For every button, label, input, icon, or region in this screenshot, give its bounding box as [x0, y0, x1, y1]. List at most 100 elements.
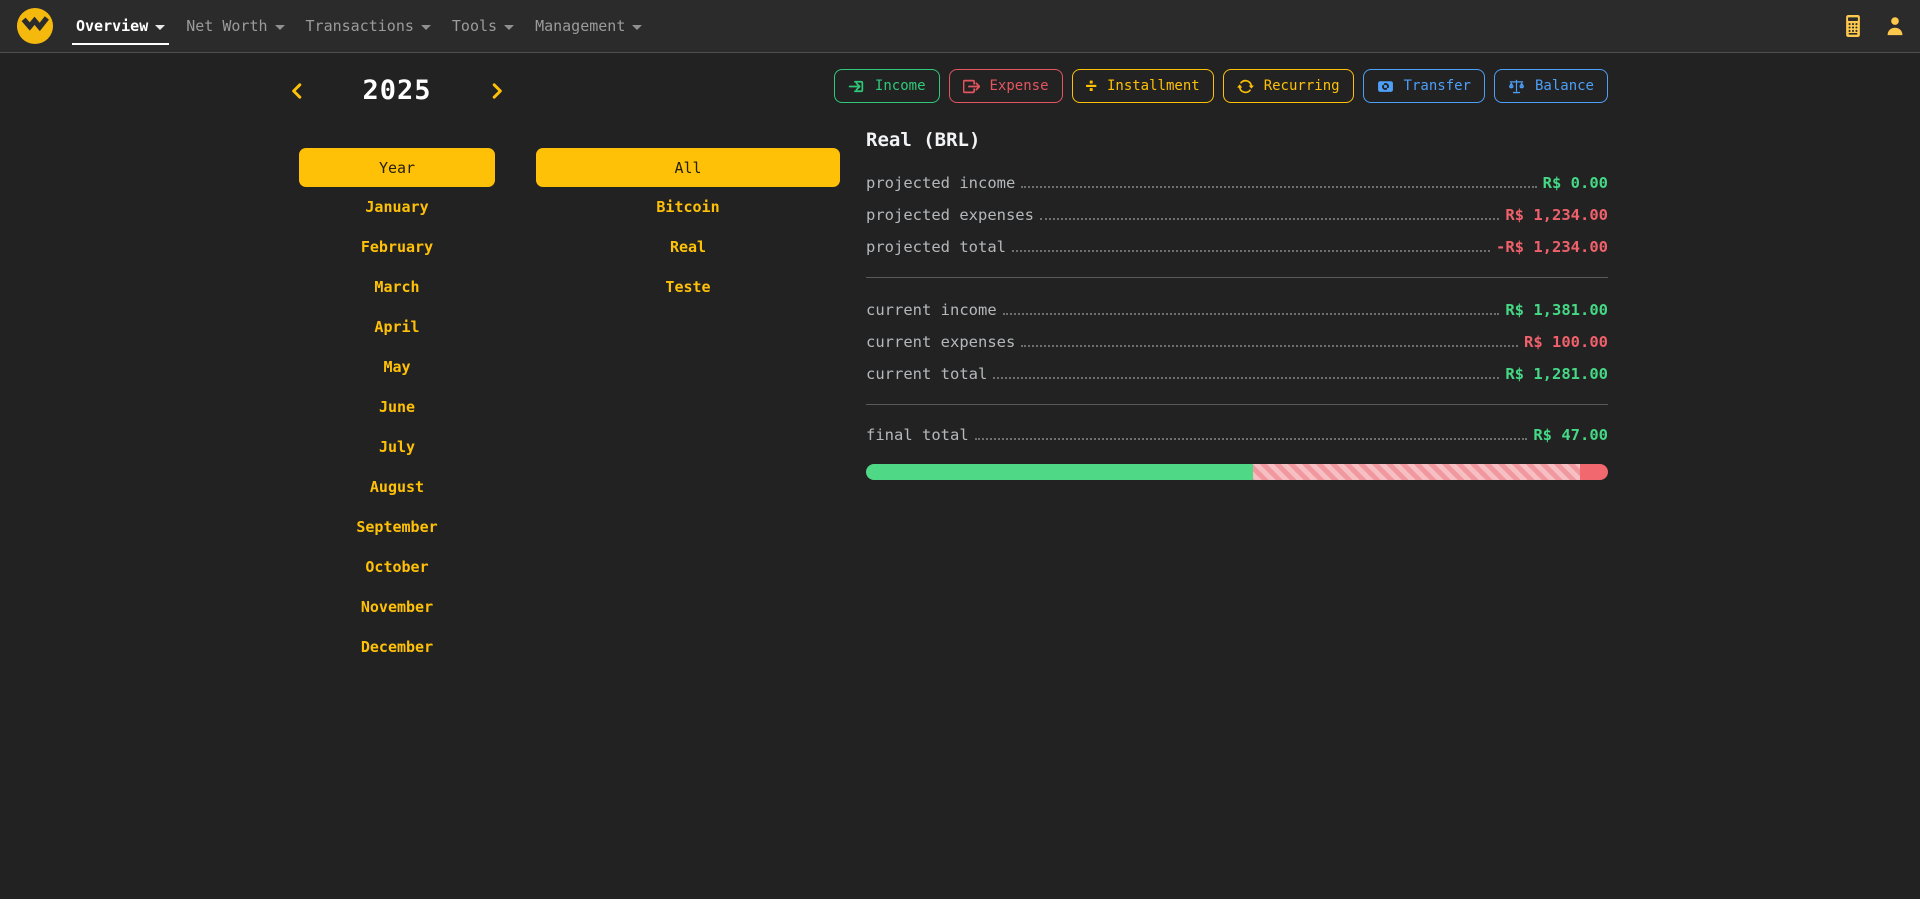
navbar-right [1842, 15, 1906, 37]
summary-row-final-total: final total R$ 47.00 [866, 419, 1608, 451]
transaction-actions: Income Expense ÷ Installment Recurring [866, 69, 1608, 103]
division-sign-icon: ÷ [1086, 77, 1097, 96]
summary-row-projected-total: projected total -R$ 1,234.00 [866, 231, 1608, 263]
navbar: Overview Net Worth Transactions Tools Ma… [0, 0, 1920, 53]
month-item-july[interactable]: July [258, 427, 536, 467]
summary-panel: Income Expense ÷ Installment Recurring [866, 69, 1608, 667]
installment-button-label: Installment [1107, 78, 1200, 94]
calculator-icon[interactable] [1842, 15, 1864, 37]
nav-item-management[interactable]: Management [531, 0, 646, 52]
expense-button-label: Expense [990, 78, 1049, 94]
account-item-teste[interactable]: Teste [536, 267, 840, 307]
nav-item-label: Tools [452, 17, 497, 35]
summary-row-projected-expenses: projected expenses R$ 1,234.00 [866, 199, 1608, 231]
account-list: Bitcoin Real Teste [536, 187, 840, 307]
year-label: 2025 [362, 75, 431, 106]
balance-button[interactable]: Balance [1494, 69, 1608, 103]
dotted-leader [1040, 218, 1499, 220]
filters-row: Year January February March April May Ju… [258, 148, 840, 667]
nav-item-label: Transactions [306, 17, 414, 35]
chevron-down-icon [155, 25, 165, 30]
month-item-december[interactable]: December [258, 627, 536, 667]
chevron-down-icon [275, 25, 285, 30]
divider [866, 277, 1608, 278]
dotted-leader [1012, 250, 1490, 252]
recurring-button-label: Recurring [1264, 78, 1340, 94]
row-label: final total [866, 426, 969, 444]
month-item-june[interactable]: June [258, 387, 536, 427]
chevron-down-icon [421, 25, 431, 30]
month-item-september[interactable]: September [258, 507, 536, 547]
progress-segment-projected-expenses [1253, 464, 1579, 480]
row-label: projected expenses [866, 206, 1034, 224]
summary-row-current-income: current income R$ 1,381.00 [866, 294, 1608, 326]
nav-item-tools[interactable]: Tools [448, 0, 518, 52]
row-label: current income [866, 301, 997, 319]
nav-item-label: Management [535, 17, 625, 35]
main-content: 2025 Year January February March April M… [0, 53, 1920, 667]
month-item-october[interactable]: October [258, 547, 536, 587]
current-summary: current income R$ 1,381.00 current expen… [866, 294, 1608, 390]
month-item-april[interactable]: April [258, 307, 536, 347]
dotted-leader [1021, 345, 1518, 347]
progress-segment-current-expenses [1580, 464, 1608, 480]
summary-row-current-total: current total R$ 1,281.00 [866, 358, 1608, 390]
month-item-february[interactable]: February [258, 227, 536, 267]
row-value: R$ 1,281.00 [1505, 365, 1608, 383]
row-value: R$ 100.00 [1524, 333, 1608, 351]
month-item-march[interactable]: March [258, 267, 536, 307]
period-account-panel: 2025 Year January February March April M… [258, 69, 840, 667]
row-value: -R$ 1,234.00 [1496, 238, 1608, 256]
transfer-button-label: Transfer [1404, 78, 1471, 94]
row-value: R$ 1,381.00 [1505, 301, 1608, 319]
cash-exchange-icon [1377, 78, 1394, 95]
nav-item-net-worth[interactable]: Net Worth [182, 0, 288, 52]
month-item-august[interactable]: August [258, 467, 536, 507]
dotted-leader [1021, 186, 1536, 188]
dotted-leader [1003, 313, 1500, 315]
row-value: R$ 1,234.00 [1505, 206, 1608, 224]
month-item-january[interactable]: January [258, 187, 536, 227]
brand-logo-icon[interactable] [16, 7, 54, 45]
month-item-may[interactable]: May [258, 347, 536, 387]
account-item-real[interactable]: Real [536, 227, 840, 267]
chevron-down-icon [504, 25, 514, 30]
summary-row-projected-income: projected income R$ 0.00 [866, 167, 1608, 199]
row-value: R$ 0.00 [1543, 174, 1608, 192]
month-filter-column: Year January February March April May Ju… [258, 148, 536, 667]
row-label: projected total [866, 238, 1006, 256]
installment-button[interactable]: ÷ Installment [1072, 69, 1214, 103]
box-arrow-out-right-icon [963, 78, 980, 95]
progress-segment-income [866, 464, 1253, 480]
projected-summary: projected income R$ 0.00 projected expen… [866, 167, 1608, 263]
next-year-button[interactable] [488, 82, 506, 100]
year-mode-button[interactable]: Year [299, 148, 495, 187]
month-list: January February March April May June Ju… [258, 187, 536, 667]
nav-item-label: Overview [76, 17, 148, 35]
main-menu: Overview Net Worth Transactions Tools Ma… [72, 0, 646, 52]
dotted-leader [975, 438, 1528, 440]
divider [866, 404, 1608, 405]
summary-row-current-expenses: current expenses R$ 100.00 [866, 326, 1608, 358]
all-accounts-button[interactable]: All [536, 148, 840, 187]
summary-title: Real (BRL) [866, 129, 1608, 151]
budget-progress-bar [866, 464, 1608, 480]
nav-item-overview[interactable]: Overview [72, 0, 169, 52]
scales-icon [1508, 78, 1525, 95]
income-button[interactable]: Income [834, 69, 940, 103]
nav-item-label: Net Worth [186, 17, 267, 35]
row-value: R$ 47.00 [1533, 426, 1608, 444]
month-item-november[interactable]: November [258, 587, 536, 627]
account-filter-column: All Bitcoin Real Teste [536, 148, 840, 667]
arrow-repeat-icon [1237, 78, 1254, 95]
balance-button-label: Balance [1535, 78, 1594, 94]
recurring-button[interactable]: Recurring [1223, 69, 1354, 103]
transfer-button[interactable]: Transfer [1363, 69, 1485, 103]
account-item-bitcoin[interactable]: Bitcoin [536, 187, 840, 227]
row-label: projected income [866, 174, 1015, 192]
chevron-down-icon [632, 25, 642, 30]
nav-item-transactions[interactable]: Transactions [302, 0, 435, 52]
previous-year-button[interactable] [288, 82, 306, 100]
user-icon[interactable] [1884, 15, 1906, 37]
expense-button[interactable]: Expense [949, 69, 1063, 103]
